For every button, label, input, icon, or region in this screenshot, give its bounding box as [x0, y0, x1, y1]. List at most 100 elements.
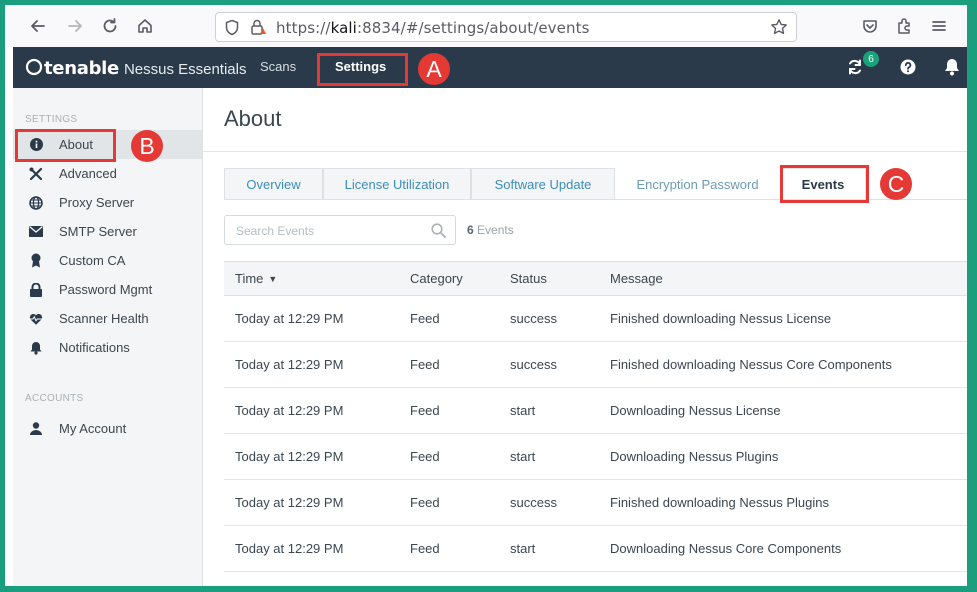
- sidebar-item-label: Proxy Server: [59, 195, 135, 210]
- sidebar-item-label: Notifications: [59, 340, 130, 355]
- cell-time: Today at 12:29 PM: [235, 357, 344, 372]
- column-header-time-label: Time: [235, 271, 264, 286]
- marker-b: B: [131, 130, 163, 162]
- shield-icon[interactable]: [224, 19, 240, 40]
- tab-software-update[interactable]: Software Update: [471, 168, 615, 200]
- browser-window: https://kali:8834/#/settings/about/event…: [5, 5, 967, 586]
- globe-icon: [29, 195, 43, 210]
- cell-status: success: [510, 357, 557, 372]
- page-title: About: [224, 106, 282, 131]
- search-placeholder: Search Events: [236, 224, 315, 238]
- sort-descending-icon: ▼: [268, 273, 278, 284]
- table-row[interactable]: Today at 12:29 PM Feed start Downloading…: [224, 388, 967, 434]
- event-count-label: Events: [477, 223, 514, 237]
- highlight-box-c: [780, 165, 869, 203]
- search-events-input[interactable]: Search Events: [224, 215, 456, 245]
- product-name: Nessus Essentials: [123, 61, 247, 78]
- cell-category: Feed: [410, 541, 440, 556]
- cell-status: start: [510, 541, 536, 556]
- cell-category: Feed: [410, 495, 440, 510]
- menu-icon[interactable]: [926, 13, 952, 39]
- highlight-box-b: [15, 129, 116, 162]
- sidebar-item-my-account[interactable]: My Account: [13, 414, 202, 443]
- forward-arrow-icon[interactable]: [62, 13, 88, 39]
- sync-count-badge: 6: [863, 51, 879, 67]
- table-row[interactable]: Today at 12:29 PM Feed start Downloading…: [224, 434, 967, 480]
- lock-icon: [29, 282, 43, 297]
- sidebar-heading-accounts: ACCOUNTS: [25, 393, 84, 404]
- reload-icon[interactable]: [97, 13, 123, 39]
- sidebar-heading-settings: SETTINGS: [25, 114, 78, 125]
- cell-time: Today at 12:29 PM: [235, 541, 344, 556]
- cell-time: Today at 12:29 PM: [235, 449, 344, 464]
- sidebar-item-label: Password Mgmt: [59, 282, 153, 297]
- column-header-message[interactable]: Message: [610, 262, 663, 295]
- url-prefix: https://: [276, 19, 331, 37]
- url-text[interactable]: https://kali:8834/#/settings/about/event…: [276, 19, 589, 37]
- cell-category: Feed: [410, 449, 440, 464]
- help-icon[interactable]: [900, 59, 916, 79]
- tab-encryption-password[interactable]: Encryption Password: [615, 168, 780, 200]
- marker-c: C: [880, 168, 912, 200]
- sidebar-item-label: SMTP Server: [59, 224, 137, 239]
- bookmark-star-icon[interactable]: [770, 18, 788, 40]
- nav-scans[interactable]: Scans: [260, 59, 296, 74]
- sync-icon[interactable]: [845, 57, 865, 81]
- table-header-row: Time ▼ Category Status Message: [224, 262, 967, 296]
- back-arrow-icon[interactable]: [25, 13, 51, 39]
- tenable-mark-icon: [25, 58, 43, 76]
- tab-overview[interactable]: Overview: [224, 168, 323, 200]
- app-header: tenable Nessus Essentials Scans Settings…: [13, 47, 967, 88]
- tenable-logo[interactable]: tenable Nessus Essentials: [25, 56, 247, 79]
- table-row[interactable]: Today at 12:29 PM Feed start Downloading…: [224, 526, 967, 572]
- sidebar-item-proxy-server[interactable]: Proxy Server: [13, 188, 202, 217]
- events-table: Time ▼ Category Status Message Today at 1…: [224, 261, 967, 572]
- sidebar-item-label: My Account: [59, 421, 127, 436]
- url-bar[interactable]: https://kali:8834/#/settings/about/event…: [215, 12, 797, 42]
- cell-category: Feed: [410, 403, 440, 418]
- extensions-icon[interactable]: [891, 13, 917, 39]
- cell-message: Downloading Nessus License: [610, 403, 781, 418]
- heartbeat-icon: [29, 312, 43, 326]
- sidebar-item-advanced[interactable]: Advanced: [13, 159, 202, 188]
- cell-message: Finished downloading Nessus Plugins: [610, 495, 829, 510]
- pocket-icon[interactable]: [857, 13, 883, 39]
- cell-status: start: [510, 449, 536, 464]
- column-header-category[interactable]: Category: [410, 262, 463, 295]
- cell-time: Today at 12:29 PM: [235, 403, 344, 418]
- home-icon[interactable]: [132, 13, 158, 39]
- url-path: :8834/#/settings/about/events: [356, 19, 590, 37]
- cell-status: success: [510, 495, 557, 510]
- highlight-box-a: [317, 53, 408, 86]
- sidebar-item-smtp-server[interactable]: SMTP Server: [13, 217, 202, 246]
- title-divider: [203, 151, 967, 152]
- column-header-time[interactable]: Time ▼: [235, 262, 277, 295]
- cell-message: Downloading Nessus Plugins: [610, 449, 779, 464]
- cell-message: Downloading Nessus Core Components: [610, 541, 842, 556]
- cell-time: Today at 12:29 PM: [235, 311, 344, 326]
- sidebar-item-scanner-health[interactable]: Scanner Health: [13, 304, 202, 333]
- sidebar: SETTINGS About Advanced Proxy Server SMT…: [13, 88, 203, 586]
- column-header-status[interactable]: Status: [510, 262, 547, 295]
- certificate-icon: [29, 253, 43, 268]
- bell-icon: [29, 341, 43, 355]
- tab-license-utilization[interactable]: License Utilization: [323, 168, 471, 200]
- event-count-number: 6: [467, 223, 474, 237]
- search-icon[interactable]: [431, 223, 446, 242]
- table-row[interactable]: Today at 12:29 PM Feed success Finished …: [224, 342, 967, 388]
- sidebar-item-password-mgmt[interactable]: Password Mgmt: [13, 275, 202, 304]
- sidebar-item-notifications[interactable]: Notifications: [13, 333, 202, 362]
- sidebar-item-custom-ca[interactable]: Custom CA: [13, 246, 202, 275]
- envelope-icon: [29, 225, 43, 239]
- table-row[interactable]: Today at 12:29 PM Feed success Finished …: [224, 480, 967, 526]
- cell-status: success: [510, 311, 557, 326]
- cell-category: Feed: [410, 311, 440, 326]
- brand-name: tenable: [44, 58, 119, 79]
- table-row[interactable]: Today at 12:29 PM Feed success Finished …: [224, 296, 967, 342]
- cell-time: Today at 12:29 PM: [235, 495, 344, 510]
- cell-status: start: [510, 403, 536, 418]
- tools-icon: [29, 167, 43, 181]
- notifications-bell-icon[interactable]: [943, 57, 961, 81]
- url-host: kali: [330, 19, 357, 37]
- insecure-lock-icon[interactable]: [249, 18, 267, 40]
